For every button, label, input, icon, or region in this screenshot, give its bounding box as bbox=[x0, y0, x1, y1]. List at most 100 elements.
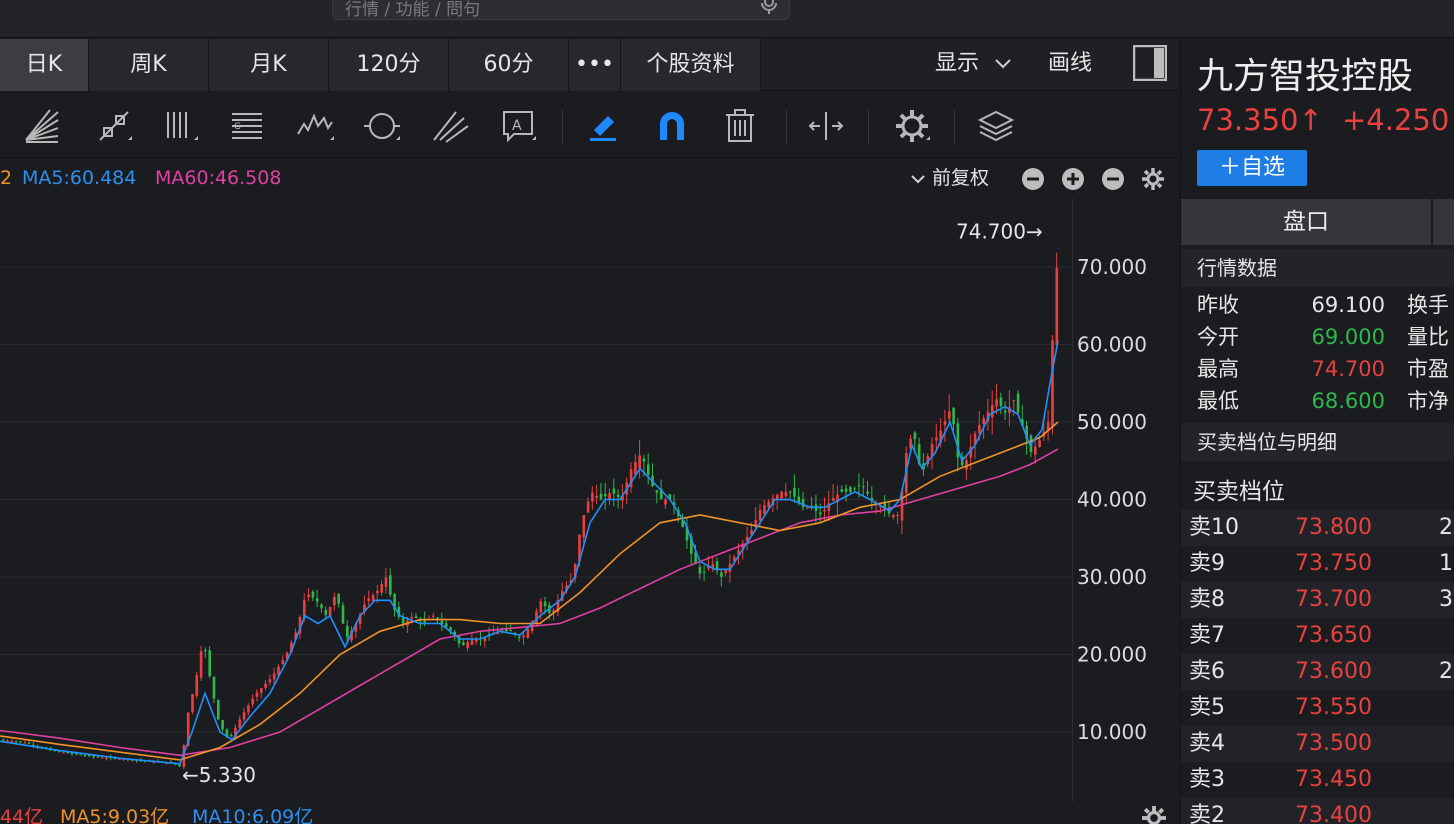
candle-down bbox=[70, 752, 74, 754]
candle-down bbox=[999, 397, 1003, 406]
candle-up bbox=[376, 590, 379, 594]
legend-ma60: MA60:46.508 bbox=[155, 167, 282, 189]
vertical-lines-icon[interactable] bbox=[160, 106, 200, 146]
tab-stock-profile[interactable]: 个股资料 bbox=[621, 39, 761, 91]
chevron-down-icon bbox=[911, 174, 925, 183]
candle-up bbox=[191, 694, 194, 713]
fan-lines-icon[interactable] bbox=[22, 106, 62, 146]
quote-value: 68.600 bbox=[1311, 389, 1385, 413]
collapse-minus-icon[interactable] bbox=[1022, 168, 1044, 190]
wave-icon[interactable] bbox=[296, 106, 336, 146]
top-bar: 行情 / 功能 / 問句 bbox=[0, 0, 1454, 38]
candle-up bbox=[10, 741, 14, 743]
ask-row[interactable]: 卖4 73.500 bbox=[1181, 726, 1454, 762]
tab-60min[interactable]: 60分 bbox=[449, 39, 569, 91]
stock-name: 九方智投控股 bbox=[1197, 56, 1414, 97]
candle-up bbox=[1038, 440, 1041, 447]
toolbar-divider bbox=[562, 110, 563, 144]
tab-next[interactable] bbox=[1433, 199, 1454, 245]
toolbar-divider bbox=[786, 110, 787, 144]
candle-up bbox=[264, 683, 267, 688]
chevron-down-icon bbox=[995, 59, 1011, 69]
candle-down bbox=[720, 572, 723, 577]
candle-up bbox=[466, 641, 469, 649]
candle-up bbox=[991, 404, 994, 418]
candle-down bbox=[543, 601, 547, 607]
ask-row[interactable]: 卖10 73.800 2 bbox=[1181, 510, 1454, 546]
ask-qty: 2 bbox=[1439, 515, 1453, 540]
candle-down bbox=[819, 512, 822, 515]
y-tick-label: 50.000 bbox=[1077, 410, 1147, 434]
ask-row[interactable]: 卖7 73.650 bbox=[1181, 618, 1454, 654]
chart-settings-icon[interactable] bbox=[1142, 168, 1164, 190]
candle-up bbox=[758, 510, 762, 521]
candle-up bbox=[199, 651, 203, 678]
settings-icon[interactable] bbox=[892, 106, 932, 146]
volume-value: 44亿 bbox=[0, 806, 44, 824]
quote-row: 最高 74.700 市盈 bbox=[1181, 353, 1454, 385]
quote-value: 74.700 bbox=[1311, 357, 1385, 381]
candle-down bbox=[83, 755, 87, 757]
candlestick-chart[interactable]: 70.000 60.000 50.000 40.000 30.000 20.000 10.0… bbox=[0, 198, 1178, 802]
candle-up bbox=[780, 491, 783, 499]
tab-order-book[interactable]: 盘口 bbox=[1181, 199, 1431, 245]
volume-legend: 44亿 MA5:9.03亿 MA10:6.09亿 bbox=[0, 802, 1178, 824]
candle-down bbox=[217, 699, 220, 720]
ask-row[interactable]: 卖2 73.400 bbox=[1181, 798, 1454, 824]
tab-monthly-k[interactable]: 月K bbox=[209, 39, 329, 91]
microphone-icon[interactable] bbox=[759, 0, 779, 15]
cycle-icon[interactable] bbox=[362, 106, 402, 146]
gann-icon[interactable]: G bbox=[226, 106, 266, 146]
candle-down bbox=[612, 488, 616, 494]
display-dropdown[interactable]: 显示 bbox=[935, 39, 1012, 91]
y-tick-label: 20.000 bbox=[1077, 643, 1147, 667]
stock-price: 73.350↑ +4.250 bbox=[1197, 103, 1449, 137]
candle-down bbox=[221, 719, 224, 730]
candle-up bbox=[831, 498, 835, 501]
toolbar-divider bbox=[868, 110, 869, 144]
zoom-in-icon[interactable] bbox=[1062, 168, 1084, 190]
add-favorite-button[interactable]: ＋自选 bbox=[1197, 150, 1307, 186]
candle-down bbox=[952, 407, 955, 425]
candle-down bbox=[518, 636, 521, 638]
trash-icon[interactable] bbox=[720, 106, 760, 146]
candle-up bbox=[539, 601, 543, 613]
orderbook-header: 买卖档位与明细 bbox=[1181, 423, 1454, 461]
pitchfork-icon[interactable] bbox=[430, 106, 470, 146]
adjust-dropdown[interactable]: 前复权 bbox=[910, 159, 989, 197]
magnet-icon[interactable] bbox=[652, 106, 692, 146]
panel-toggle-icon[interactable] bbox=[1133, 45, 1167, 81]
ask-row[interactable]: 卖9 73.750 1 bbox=[1181, 546, 1454, 582]
highlighter-icon[interactable] bbox=[584, 106, 624, 146]
tab-more[interactable]: ••• bbox=[569, 39, 621, 91]
candle-up bbox=[251, 698, 254, 705]
candle-up bbox=[526, 628, 530, 639]
tab-daily-k[interactable]: 日K bbox=[0, 39, 89, 91]
candle-up bbox=[823, 509, 826, 512]
search-input[interactable]: 行情 / 功能 / 問句 bbox=[332, 0, 790, 20]
candle-up bbox=[255, 692, 259, 697]
candle-down bbox=[1003, 410, 1007, 413]
volume-settings-icon[interactable] bbox=[1142, 806, 1166, 824]
segment-tool-icon[interactable] bbox=[94, 106, 134, 146]
ask-price: 73.650 bbox=[1295, 623, 1372, 648]
ask-row[interactable]: 卖6 73.600 2 bbox=[1181, 654, 1454, 690]
draw-line-button[interactable]: 画线 bbox=[1048, 39, 1092, 91]
candle-down bbox=[389, 575, 392, 595]
ask-row[interactable]: 卖5 73.550 bbox=[1181, 690, 1454, 726]
zoom-out-icon[interactable] bbox=[1102, 168, 1124, 190]
candle-up bbox=[935, 437, 938, 441]
candle-down bbox=[655, 490, 659, 493]
measure-icon[interactable] bbox=[806, 106, 846, 146]
tab-weekly-k[interactable]: 周K bbox=[89, 39, 209, 91]
candle-up bbox=[582, 515, 586, 538]
candle-up bbox=[1012, 400, 1016, 402]
ask-row[interactable]: 卖8 73.700 3 bbox=[1181, 582, 1454, 618]
text-note-icon[interactable]: A bbox=[498, 106, 538, 146]
tab-120min[interactable]: 120分 bbox=[329, 39, 449, 91]
candle-down bbox=[604, 494, 607, 497]
ask-row[interactable]: 卖3 73.450 bbox=[1181, 762, 1454, 798]
candle-down bbox=[866, 491, 869, 494]
ask-label: 卖8 bbox=[1189, 587, 1225, 612]
layers-icon[interactable] bbox=[976, 106, 1016, 146]
